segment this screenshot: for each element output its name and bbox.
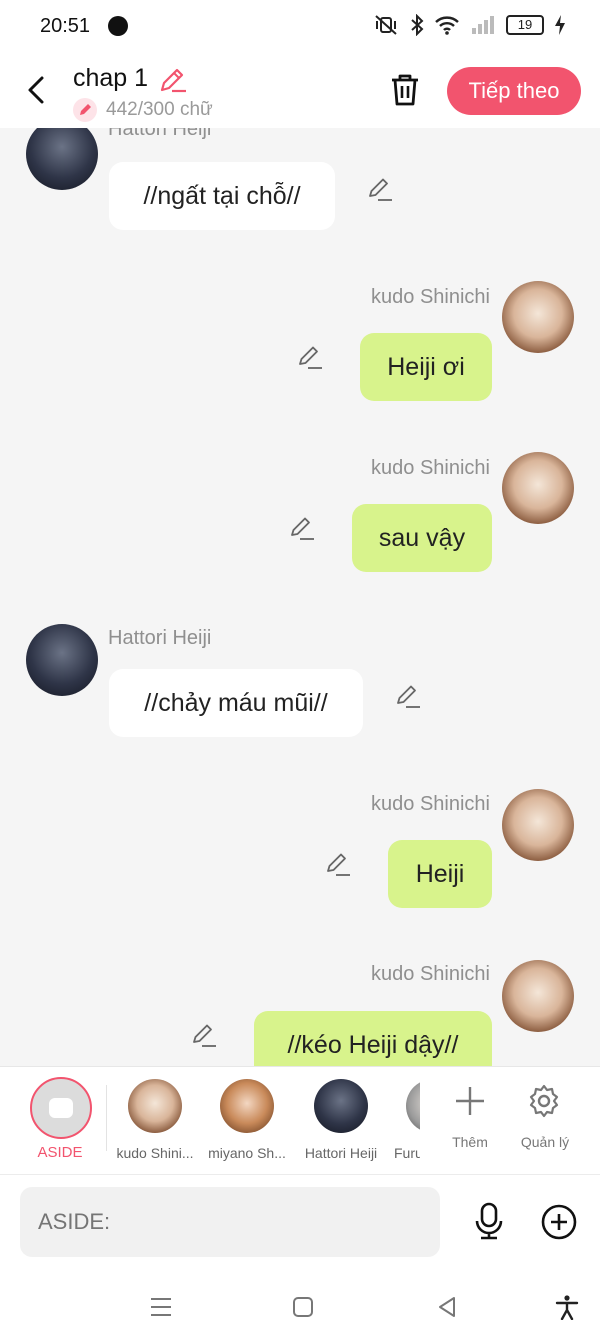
character-avatar-furu[interactable] <box>406 1079 420 1133</box>
message-bubble[interactable]: //ngất tại chỗ// <box>109 162 335 230</box>
home-icon[interactable] <box>290 1294 316 1320</box>
divider <box>106 1085 107 1151</box>
edit-message-icon[interactable] <box>394 681 424 711</box>
aside-icon <box>49 1098 73 1118</box>
message-bubble[interactable]: sau vậy <box>352 504 492 572</box>
aside-button[interactable] <box>30 1077 92 1139</box>
character-bar: ASIDE kudo Shini... miyano Sh... Hattori… <box>0 1066 600 1175</box>
accessibility-icon[interactable] <box>554 1294 580 1320</box>
avatar-hattori-heiji[interactable] <box>26 624 98 696</box>
microphone-icon[interactable] <box>472 1201 506 1241</box>
back-nav-icon[interactable] <box>434 1294 460 1320</box>
add-character-label[interactable]: Thêm <box>440 1134 500 1150</box>
plus-icon[interactable] <box>452 1083 488 1119</box>
menu-icon[interactable] <box>148 1294 174 1320</box>
delete-button[interactable] <box>388 72 422 108</box>
sender-name: kudo Shinichi <box>371 457 490 479</box>
status-time: 20:51 <box>40 15 91 37</box>
pencil-icon <box>73 98 97 122</box>
message-bubble[interactable]: Heiji <box>388 840 492 908</box>
message-bubble[interactable]: //chảy máu mũi// <box>109 669 363 737</box>
edit-message-icon[interactable] <box>296 342 326 372</box>
character-avatar-miyano[interactable] <box>220 1079 274 1133</box>
avatar-kudo-shinichi[interactable] <box>502 960 574 1032</box>
charging-icon <box>555 15 565 35</box>
message-bubble[interactable]: Heiji ơi <box>360 333 492 401</box>
avatar-kudo-shinichi[interactable] <box>502 281 574 353</box>
sender-name: Hattori Heiji <box>108 128 212 140</box>
character-avatar-heiji[interactable] <box>314 1079 368 1133</box>
character-avatar-kudo[interactable] <box>128 1079 182 1133</box>
edit-message-icon[interactable] <box>288 513 318 543</box>
back-button[interactable] <box>20 70 56 110</box>
battery-icon: 19 <box>506 15 544 35</box>
chapter-title: chap 1 <box>73 64 149 92</box>
character-item-partial[interactable]: Furu <box>392 1067 420 1175</box>
sender-name: Hattori Heiji <box>108 627 212 649</box>
signal-icon <box>472 16 494 34</box>
edit-message-icon[interactable] <box>324 849 354 879</box>
mute-vibrate-icon <box>375 15 397 35</box>
avatar-kudo-shinichi[interactable] <box>502 452 574 524</box>
gear-icon[interactable] <box>526 1083 562 1119</box>
wifi-icon <box>435 16 459 35</box>
system-nav-bar <box>0 1270 600 1343</box>
message-bubble[interactable]: //kéo Heiji dậy// <box>254 1011 492 1066</box>
sender-name: kudo Shinichi <box>371 793 490 815</box>
status-icons: 19 <box>374 14 566 36</box>
avatar-kudo-shinichi[interactable] <box>502 789 574 861</box>
character-label[interactable]: miyano Sh... <box>199 1145 295 1161</box>
header: chap 1 442/300 chữ Tiếp theo <box>0 54 600 128</box>
input-bar <box>0 1174 600 1271</box>
chat-area[interactable]: Hattori Heiji //ngất tại chỗ// kudo Shin… <box>0 128 600 1066</box>
avatar-hattori-heiji[interactable] <box>26 128 98 190</box>
manage-label[interactable]: Quản lý <box>512 1134 578 1150</box>
message-input[interactable] <box>20 1187 440 1257</box>
character-label[interactable]: Hattori Heiji <box>293 1145 389 1161</box>
word-count: 442/300 chữ <box>106 99 213 120</box>
add-circle-icon[interactable] <box>540 1203 578 1241</box>
sender-name: kudo Shinichi <box>371 963 490 985</box>
aside-label: ASIDE <box>37 1144 83 1161</box>
character-label[interactable]: kudo Shini... <box>107 1145 203 1161</box>
edit-title-icon[interactable] <box>158 64 188 94</box>
bluetooth-icon <box>411 14 424 36</box>
next-button[interactable]: Tiếp theo <box>447 67 581 115</box>
sender-name: kudo Shinichi <box>371 286 490 308</box>
character-label[interactable]: Furu <box>394 1145 420 1161</box>
status-bar: 20:51 19 <box>0 0 600 54</box>
edit-message-icon[interactable] <box>190 1020 220 1050</box>
edit-message-icon[interactable] <box>366 174 396 204</box>
globe-icon <box>108 16 128 36</box>
